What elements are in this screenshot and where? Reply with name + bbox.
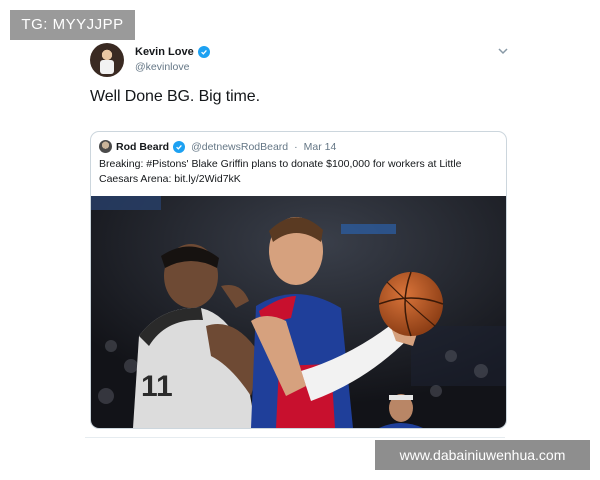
separator-dot: ·: [294, 140, 298, 153]
verified-badge-icon: [197, 46, 210, 58]
quoted-tweet[interactable]: Rod Beard @detnewsRodBeard · Mar 14 Brea…: [90, 131, 507, 429]
quoted-avatar: [99, 140, 112, 153]
quoted-tweet-header: Rod Beard @detnewsRodBeard · Mar 14: [99, 140, 336, 153]
jersey-number: 11: [141, 370, 173, 403]
quoted-author-name: Rod Beard: [116, 140, 170, 153]
author-name[interactable]: Kevin Love: [135, 46, 194, 58]
tweet-text: Well Done BG. Big time.: [90, 88, 260, 105]
divider: [85, 437, 505, 438]
verified-badge-icon: [173, 140, 186, 153]
quoted-author-handle: @detnewsRodBeard: [191, 140, 289, 153]
watermark-top: TG: MYYJJPP: [10, 10, 135, 40]
author-row: Kevin Love: [135, 46, 210, 58]
watermark-bottom: www.dabainiuwenhua.com: [375, 440, 590, 470]
basketball-photo[interactable]: 11: [91, 196, 506, 428]
avatar[interactable]: [90, 43, 124, 77]
quoted-tweet-date: Mar 14: [303, 140, 337, 153]
quoted-tweet-text: Breaking: #Pistons' Blake Griffin plans …: [99, 158, 462, 185]
chevron-down-icon[interactable]: [496, 44, 510, 58]
author-handle[interactable]: @kevinlove: [135, 61, 189, 73]
